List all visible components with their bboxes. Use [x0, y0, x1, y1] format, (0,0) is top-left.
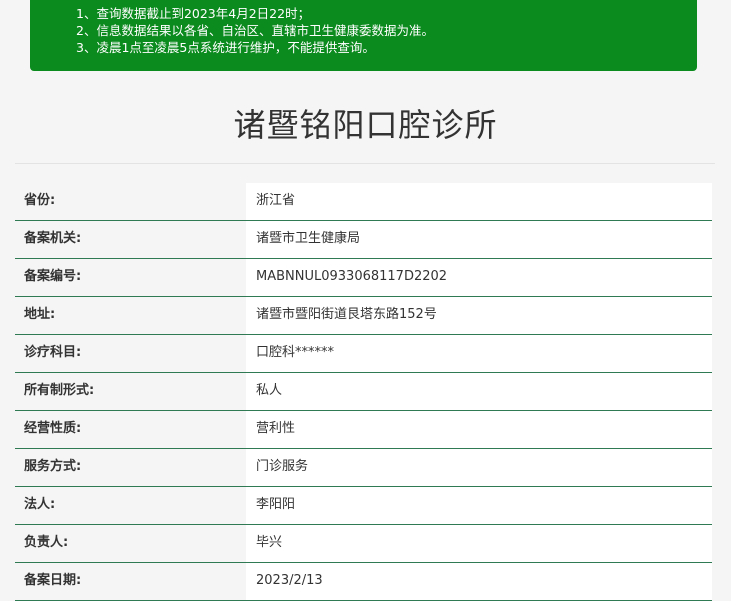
notice-line-3: 3、凌晨1点至凌晨5点系统进行维护，不能提供查询。	[76, 40, 375, 55]
notice-line-1: 1、查询数据截止到2023年4月2日22时；	[76, 6, 311, 21]
row-label: 所有制形式:	[15, 373, 246, 411]
row-label: 经营性质:	[15, 411, 246, 449]
row-label: 服务方式:	[15, 449, 246, 487]
row-label: 备案日期:	[15, 563, 246, 601]
page-title: 诸暨铭阳口腔诊所	[233, 106, 498, 144]
notice-line-2: 2、信息数据结果以各省、自治区、直辖市卫生健康委数据为准。	[76, 23, 434, 38]
table-row: 备案机关: 诸暨市卫生健康局	[15, 221, 712, 259]
row-label: 地址:	[15, 297, 246, 335]
row-label: 备案机关:	[15, 221, 246, 259]
row-value: 浙江省	[246, 183, 712, 221]
table-row: 经营性质: 营利性	[15, 411, 712, 449]
row-value: 2023/2/13	[246, 563, 712, 601]
table-row: 省份: 浙江省	[15, 183, 712, 221]
title-divider	[15, 163, 715, 164]
row-label: 诊疗科目:	[15, 335, 246, 373]
row-value: 口腔科******	[246, 335, 712, 373]
row-label: 备案编号:	[15, 259, 246, 297]
row-label: 省份:	[15, 183, 246, 221]
row-value: 诸暨市卫生健康局	[246, 221, 712, 259]
notice-banner: 1、查询数据截止到2023年4月2日22时； 2、信息数据结果以各省、自治区、直…	[30, 0, 697, 71]
row-value: 门诊服务	[246, 449, 712, 487]
row-value: 营利性	[246, 411, 712, 449]
table-row: 负责人: 毕兴	[15, 525, 712, 563]
record-table: 省份: 浙江省 备案机关: 诸暨市卫生健康局 备案编号: MABNNUL0933…	[15, 183, 712, 601]
row-value: 诸暨市暨阳街道艮塔东路152号	[246, 297, 712, 335]
table-row: 诊疗科目: 口腔科******	[15, 335, 712, 373]
table-row: 服务方式: 门诊服务	[15, 449, 712, 487]
row-value: 李阳阳	[246, 487, 712, 525]
table-row: 所有制形式: 私人	[15, 373, 712, 411]
table-row: 备案编号: MABNNUL0933068117D2202	[15, 259, 712, 297]
table-row: 法人: 李阳阳	[15, 487, 712, 525]
row-label: 法人:	[15, 487, 246, 525]
table-row: 地址: 诸暨市暨阳街道艮塔东路152号	[15, 297, 712, 335]
table-row: 备案日期: 2023/2/13	[15, 563, 712, 601]
row-label: 负责人:	[15, 525, 246, 563]
row-value: MABNNUL0933068117D2202	[246, 259, 712, 297]
row-value: 私人	[246, 373, 712, 411]
row-value: 毕兴	[246, 525, 712, 563]
